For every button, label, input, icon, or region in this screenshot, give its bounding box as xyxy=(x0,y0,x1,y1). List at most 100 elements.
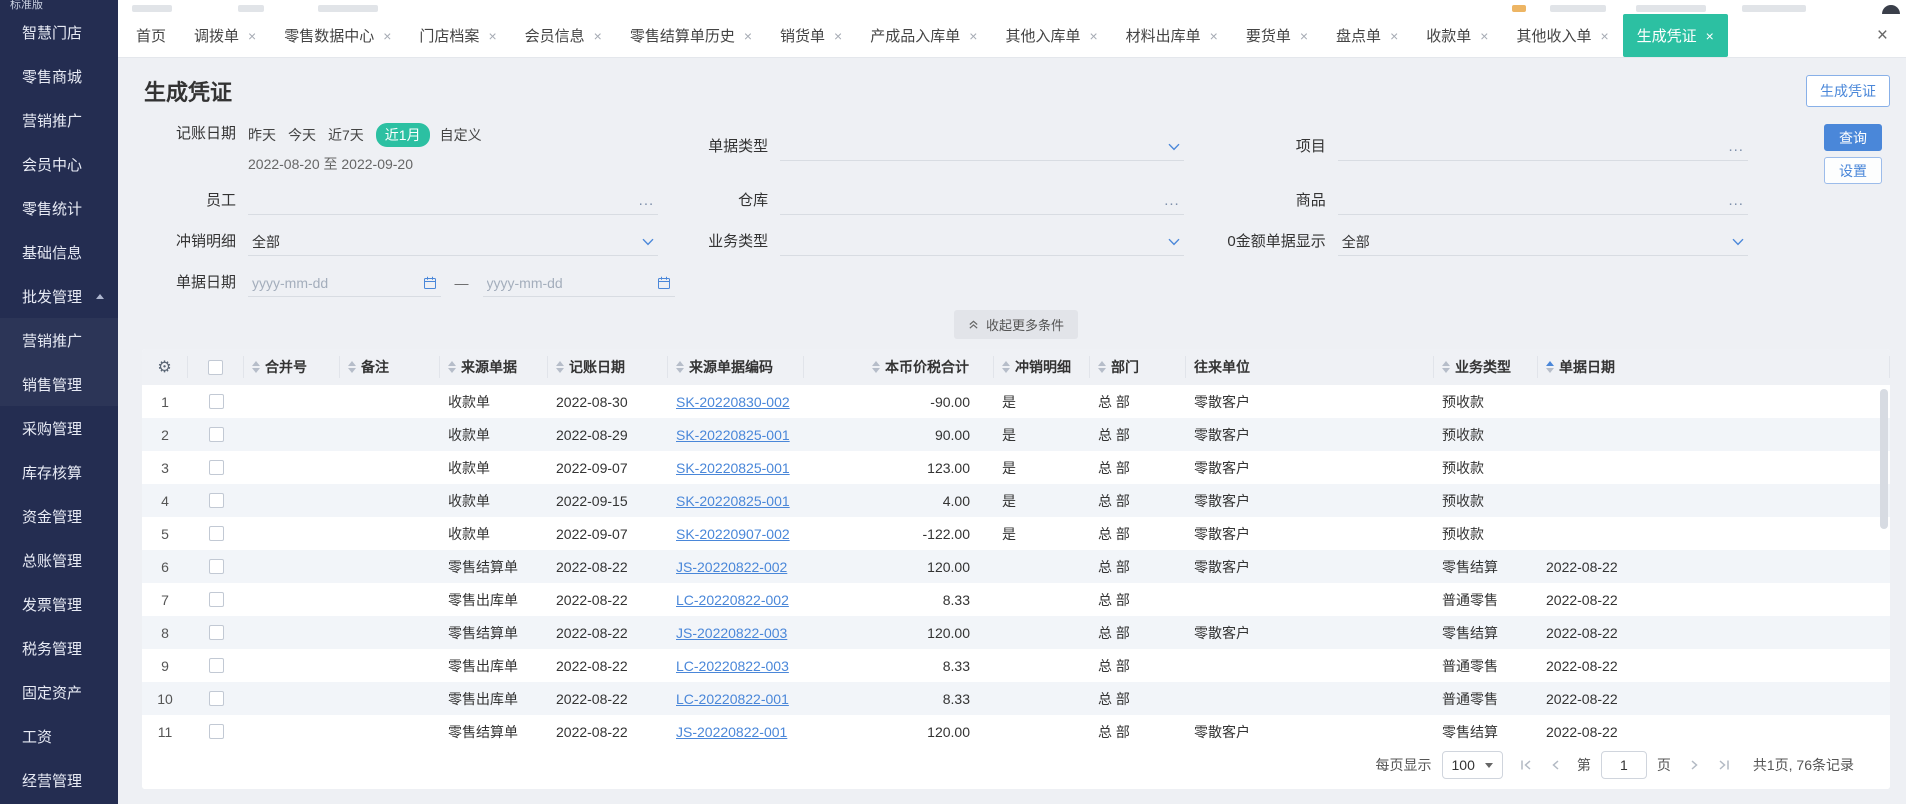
sidebar-item[interactable]: 零售统计 xyxy=(0,186,118,230)
date-quick-option[interactable]: 自定义 xyxy=(440,125,482,145)
row-checkbox[interactable] xyxy=(208,394,224,409)
row-checkbox[interactable] xyxy=(208,559,224,574)
employee-picker[interactable] xyxy=(248,187,659,215)
column-header[interactable]: 来源单据 xyxy=(440,356,548,378)
tab-close-icon[interactable] xyxy=(1390,29,1398,43)
row-checkbox[interactable] xyxy=(208,724,224,739)
source-code-link[interactable]: SK-20220825-001 xyxy=(676,427,790,443)
query-button[interactable]: 查询 xyxy=(1824,124,1882,151)
tab[interactable]: 产成品入库单 xyxy=(856,14,991,57)
date-quick-option[interactable]: 近7天 xyxy=(328,125,364,145)
avatar[interactable] xyxy=(1882,5,1900,14)
tab-close-icon[interactable] xyxy=(969,29,977,43)
source-code-link[interactable]: SK-20220825-001 xyxy=(676,460,790,476)
sidebar-item[interactable]: 采购管理 xyxy=(0,406,118,450)
source-code-link[interactable]: SK-20220907-002 xyxy=(676,526,790,542)
column-header[interactable]: 业务类型 xyxy=(1434,356,1538,378)
sort-icon[interactable] xyxy=(348,361,356,373)
tab-close-icon[interactable] xyxy=(1300,29,1308,43)
sidebar-item[interactable]: 库存核算 xyxy=(0,450,118,494)
sort-icon[interactable] xyxy=(676,361,684,373)
select-all-checkbox[interactable] xyxy=(208,359,223,375)
last-page-button[interactable] xyxy=(1717,758,1731,772)
sort-icon[interactable] xyxy=(448,361,456,373)
source-code-link[interactable]: SK-20220825-001 xyxy=(676,493,790,509)
date-quick-option[interactable]: 今天 xyxy=(288,125,316,145)
tab-close-icon[interactable] xyxy=(248,29,256,43)
sort-icon[interactable] xyxy=(872,361,880,373)
column-header[interactable]: 往来单位 xyxy=(1186,356,1434,378)
row-checkbox[interactable] xyxy=(208,493,224,508)
tab[interactable]: 销货单 xyxy=(766,14,856,57)
row-checkbox[interactable] xyxy=(208,427,224,442)
row-checkbox[interactable] xyxy=(208,625,224,640)
column-header[interactable]: 部门 xyxy=(1090,356,1186,378)
sidebar-item[interactable]: 经营管理 xyxy=(0,758,118,802)
row-checkbox[interactable] xyxy=(208,526,224,541)
tab-close-icon[interactable] xyxy=(1480,29,1488,43)
sidebar-item[interactable]: 发票管理 xyxy=(0,582,118,626)
source-code-link[interactable]: SK-20220830-002 xyxy=(676,394,790,410)
first-page-button[interactable] xyxy=(1519,758,1533,772)
sort-icon[interactable] xyxy=(556,361,564,373)
vertical-scrollbar[interactable] xyxy=(1880,389,1888,529)
tab-close-icon[interactable] xyxy=(1089,29,1097,43)
calendar-icon[interactable] xyxy=(423,276,437,290)
tab[interactable]: 材料出库单 xyxy=(1112,14,1232,57)
source-code-link[interactable]: LC-20220822-001 xyxy=(676,691,789,707)
column-header[interactable]: 合并号 xyxy=(244,356,340,378)
column-header[interactable]: 来源单据编码 xyxy=(668,356,804,378)
source-code-link[interactable]: JS-20220822-001 xyxy=(676,724,787,740)
tab-close-icon[interactable] xyxy=(1706,29,1714,43)
goods-picker[interactable] xyxy=(1337,187,1748,215)
column-header[interactable]: 单据日期 xyxy=(1538,356,1890,378)
doc-type-select[interactable] xyxy=(780,133,1184,161)
sidebar-item[interactable]: 税务管理 xyxy=(0,626,118,670)
sort-icon[interactable] xyxy=(252,361,260,373)
tab[interactable]: 调拨单 xyxy=(180,14,270,57)
tab-close-icon[interactable] xyxy=(1600,29,1608,43)
tab[interactable]: 零售结算单历史 xyxy=(616,14,766,57)
prev-page-button[interactable] xyxy=(1549,758,1563,772)
sidebar-item[interactable]: 资金管理 xyxy=(0,494,118,538)
generate-voucher-button[interactable]: 生成凭证 xyxy=(1806,75,1890,107)
tab[interactable]: 其他入库单 xyxy=(991,14,1111,57)
settings-button[interactable]: 设置 xyxy=(1824,157,1882,184)
writeoff-detail-select[interactable]: 全部 xyxy=(248,228,659,256)
sidebar-item[interactable]: 固定资产 xyxy=(0,670,118,714)
tab[interactable]: 收款单 xyxy=(1412,14,1502,57)
collapse-filters-button[interactable]: 收起更多条件 xyxy=(953,310,1078,339)
tab[interactable]: 要货单 xyxy=(1232,14,1322,57)
sort-icon[interactable] xyxy=(1002,361,1010,373)
tab[interactable]: 首页 xyxy=(122,14,180,57)
tab-close-icon[interactable] xyxy=(744,29,752,43)
tab[interactable]: 其他收入单 xyxy=(1502,14,1622,57)
doc-date-start-input[interactable] xyxy=(252,274,372,291)
sidebar-item[interactable]: 营销推广 xyxy=(0,98,118,142)
doc-date-end-input[interactable] xyxy=(486,274,607,291)
source-code-link[interactable]: JS-20220822-003 xyxy=(676,625,787,641)
source-code-link[interactable]: JS-20220822-002 xyxy=(676,559,787,575)
row-checkbox[interactable] xyxy=(208,691,224,706)
column-settings-button[interactable]: ⚙ xyxy=(142,356,188,378)
row-checkbox[interactable] xyxy=(208,658,224,673)
tab-close-icon[interactable] xyxy=(383,29,391,43)
tab[interactable]: 盘点单 xyxy=(1322,14,1412,57)
tab-close-icon[interactable] xyxy=(1210,29,1218,43)
date-quick-option[interactable]: 近1月 xyxy=(375,123,430,147)
sidebar-item[interactable]: 会员中心 xyxy=(0,142,118,186)
column-header[interactable]: 备注 xyxy=(340,356,440,378)
column-header[interactable]: 冲销明细 xyxy=(994,356,1090,378)
tab-close-icon[interactable] xyxy=(594,29,602,43)
sort-icon[interactable] xyxy=(1442,361,1450,373)
column-header[interactable]: 本币价税合计 xyxy=(804,356,994,378)
sidebar-item[interactable]: 零售商城 xyxy=(0,54,118,98)
sidebar-item[interactable]: 智慧门店 xyxy=(0,10,118,54)
warehouse-picker[interactable] xyxy=(780,187,1184,215)
next-page-button[interactable] xyxy=(1687,758,1701,772)
column-header[interactable]: 记账日期 xyxy=(548,356,668,378)
tab-close-icon[interactable] xyxy=(488,29,496,43)
tab[interactable]: 会员信息 xyxy=(511,14,616,57)
date-quick-option[interactable]: 昨天 xyxy=(248,125,276,145)
project-picker[interactable] xyxy=(1337,133,1748,161)
